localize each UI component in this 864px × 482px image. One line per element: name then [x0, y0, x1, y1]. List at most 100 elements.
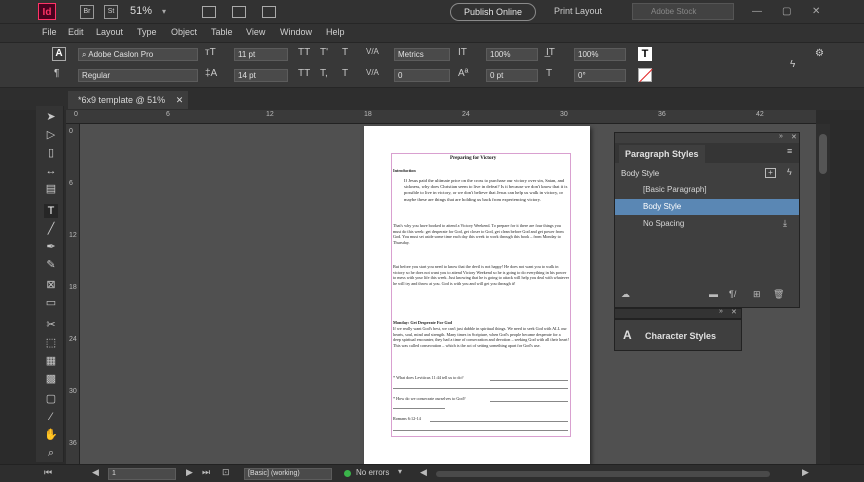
note-tool-icon[interactable]: ▢ — [44, 392, 58, 406]
rectangle-tool-icon[interactable]: ▭ — [44, 296, 58, 310]
menu-layout[interactable]: Layout — [96, 27, 123, 37]
collapse-panel-icon[interactable]: » — [779, 133, 783, 140]
zoom-level[interactable]: 51% — [130, 5, 152, 17]
publish-online-button[interactable]: Publish Online — [450, 3, 536, 21]
document-quote-paragraph[interactable]: If Jesus paid the ultimate price on the … — [404, 178, 570, 218]
close-panel-icon[interactable]: ✕ — [791, 133, 797, 141]
page-number-field[interactable]: 1 — [108, 468, 176, 480]
open-page-icon[interactable]: ⊡ — [222, 467, 230, 478]
document-paragraph[interactable]: But before you start you need to know th… — [393, 264, 569, 308]
menu-edit[interactable]: Edit — [68, 27, 84, 37]
gradient-swatch-tool-icon[interactable]: ▦ — [44, 354, 58, 368]
leading-field[interactable]: 14 pt — [234, 69, 288, 82]
menu-help[interactable]: Help — [326, 27, 345, 37]
document-tab[interactable]: *6x9 template @ 51% ✕ — [68, 91, 188, 109]
font-size-field[interactable]: 11 pt — [234, 48, 288, 61]
character-styles-tab[interactable]: Character Styles — [645, 331, 716, 341]
small-caps-button[interactable]: TT — [298, 68, 310, 79]
vertical-ruler[interactable]: 0 6 12 18 24 30 36 — [66, 124, 80, 464]
menu-type[interactable]: Type — [137, 27, 157, 37]
collapse-panel-icon[interactable]: » — [719, 308, 723, 315]
close-icon[interactable]: ✕ — [812, 6, 820, 17]
baseline-shift-field[interactable]: 0 pt — [486, 69, 538, 82]
all-caps-button[interactable]: TT — [298, 47, 310, 58]
cloud-library-icon[interactable]: ☁ — [621, 289, 630, 300]
document-question[interactable]: * How do we consecrate ourselves to God? — [393, 396, 465, 402]
screen-mode-icon[interactable] — [232, 6, 246, 18]
arrange-documents-icon[interactable] — [262, 6, 276, 18]
eyedropper-tool-icon[interactable]: ⁄ — [44, 410, 58, 424]
preflight-menu-chevron-icon[interactable]: ▾ — [398, 467, 402, 476]
pen-tool-icon[interactable]: ✒ — [44, 240, 58, 254]
hand-tool-icon[interactable]: ✋ — [44, 428, 58, 442]
menu-window[interactable]: Window — [280, 27, 312, 37]
lightning-icon[interactable]: ϟ — [790, 59, 795, 70]
type-tool-icon[interactable]: T — [44, 204, 58, 218]
style-item-no-spacing[interactable]: No Spacing — [615, 216, 799, 232]
style-override-icon[interactable]: ⤓ — [783, 218, 787, 229]
rectangle-frame-tool-icon[interactable]: ⊠ — [44, 278, 58, 292]
zoom-dropdown-chevron-icon[interactable]: ▾ — [162, 7, 166, 16]
scrollbar-thumb[interactable] — [819, 134, 827, 174]
adobe-stock-search-input[interactable]: Adobe Stock — [632, 3, 734, 20]
previous-page-icon[interactable]: ◀ — [92, 467, 99, 478]
free-transform-tool-icon[interactable]: ⬚ — [44, 336, 58, 350]
bridge-icon[interactable]: Br — [80, 5, 94, 19]
superscript-button[interactable]: T' — [320, 47, 328, 58]
selection-tool-icon[interactable]: ➤ — [44, 110, 58, 124]
content-collector-icon[interactable]: ▤ — [44, 182, 58, 196]
character-styles-panel[interactable]: A Character Styles — [614, 319, 742, 351]
next-page-icon[interactable]: ▶ — [186, 467, 193, 478]
gradient-feather-tool-icon[interactable]: ▩ — [44, 372, 58, 386]
kerning-field[interactable]: Metrics — [394, 48, 450, 61]
vertical-scale-field[interactable]: 100% — [486, 48, 538, 61]
menu-file[interactable]: File — [42, 27, 57, 37]
scissors-tool-icon[interactable]: ✂ — [44, 318, 58, 332]
stroke-color-icon[interactable] — [638, 68, 653, 83]
style-item-body-style[interactable]: Body Style — [615, 199, 799, 215]
page-tool-icon[interactable]: ▯ — [44, 146, 58, 160]
subscript-button[interactable]: T, — [320, 68, 328, 79]
scroll-right-icon[interactable]: ▶ — [802, 467, 809, 478]
panel-menu-icon[interactable]: ≡ — [787, 146, 792, 156]
style-item-basic-paragraph[interactable]: [Basic Paragraph] — [615, 182, 799, 198]
document-paragraph[interactable]: If we really want God's best, we can't j… — [393, 326, 569, 370]
stock-icon[interactable]: St — [104, 5, 118, 19]
scroll-left-icon[interactable]: ◀ — [420, 467, 427, 478]
underline-button[interactable]: T — [342, 47, 348, 58]
workspace-switcher[interactable]: Print Layout — [554, 6, 602, 16]
vertical-scrollbar[interactable] — [816, 124, 830, 464]
menu-object[interactable]: Object — [171, 27, 197, 37]
paragraph-styles-tab[interactable]: Paragraph Styles — [619, 145, 705, 163]
document-paragraph[interactable]: That's why you have booked to attend a V… — [393, 223, 569, 257]
menu-table[interactable]: Table — [211, 27, 233, 37]
document-heading[interactable]: Preparing for Victory — [450, 156, 496, 161]
document-question[interactable]: * What does Leviticus 11:44 tell us to d… — [393, 375, 463, 381]
strikethrough-button[interactable]: T — [342, 68, 348, 79]
new-group-folder-icon[interactable]: ▬ — [709, 289, 718, 299]
fill-color-icon[interactable]: T — [638, 47, 652, 61]
minimize-icon[interactable]: — — [752, 6, 762, 17]
font-family-field[interactable]: ⌕ Adobe Caslon Pro — [78, 48, 198, 61]
last-page-icon[interactable]: ⏭ — [202, 467, 210, 478]
control-settings-gear-icon[interactable]: ⚙ — [815, 48, 824, 59]
horizontal-scale-field[interactable]: 100% — [574, 48, 626, 61]
delete-style-trash-icon[interactable]: 🗑 — [773, 289, 784, 300]
first-page-icon[interactable]: ⏮ — [44, 467, 52, 478]
paragraph-formatting-icon[interactable]: ¶ — [54, 68, 59, 79]
close-panel-icon[interactable]: ✕ — [731, 308, 737, 316]
menu-view[interactable]: View — [246, 27, 265, 37]
view-options-icon[interactable] — [202, 6, 216, 18]
character-formatting-icon[interactable]: A — [52, 47, 66, 61]
preflight-errors-label[interactable]: No errors — [356, 468, 389, 477]
horizontal-ruler[interactable]: 0 6 12 18 24 30 36 42 — [66, 110, 816, 124]
preflight-profile-field[interactable]: [Basic] (working) — [244, 468, 332, 480]
clear-overrides-icon[interactable]: ¶/ — [729, 289, 736, 299]
tracking-field[interactable]: 0 — [394, 69, 450, 82]
document-section-heading[interactable]: Monday: Get Desperate For God — [393, 320, 452, 326]
gap-tool-icon[interactable]: ↔ — [44, 164, 58, 178]
skew-field[interactable]: 0° — [574, 69, 626, 82]
document-reference[interactable]: Romans 6:12-14 — [393, 416, 421, 422]
lightning-icon[interactable]: ϟ — [787, 167, 792, 177]
close-tab-icon[interactable]: ✕ — [176, 95, 184, 105]
